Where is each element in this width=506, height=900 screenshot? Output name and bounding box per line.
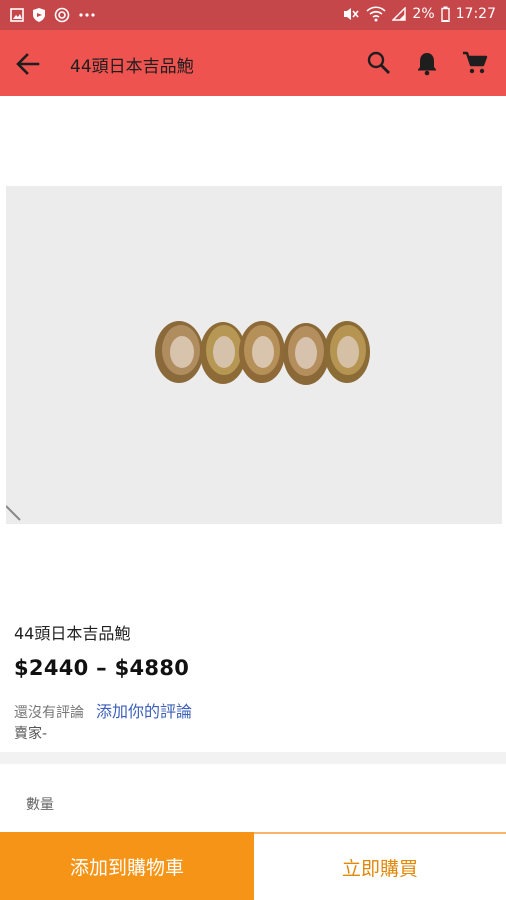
- notification-bell-icon[interactable]: [414, 50, 440, 76]
- buy-now-button[interactable]: 立即購買: [254, 832, 506, 900]
- mute-icon: [342, 5, 360, 23]
- section-divider: [0, 752, 506, 764]
- clock: 17:27: [455, 6, 496, 22]
- product-image[interactable]: [5, 186, 502, 524]
- app-bar-actions: [366, 50, 488, 76]
- search-icon[interactable]: [366, 50, 392, 76]
- status-bar-notifications: [10, 6, 96, 24]
- app-bar: 44頭日本吉品鮑: [0, 30, 506, 96]
- status-bar-system: 2% 17:27: [342, 5, 496, 23]
- status-bar: 2% 17:27: [0, 0, 506, 30]
- quantity-label: 數量: [26, 797, 54, 813]
- product-price: $2440 – $4880: [14, 656, 190, 680]
- signal-icon: [392, 5, 407, 23]
- battery-icon: [440, 5, 450, 23]
- abalone-illustration: [5, 186, 502, 524]
- back-arrow-icon[interactable]: [14, 50, 42, 78]
- add-to-cart-button[interactable]: 添加到購物車: [0, 832, 254, 900]
- battery-percent: 2%: [412, 6, 435, 22]
- gallery-notification-icon: [10, 6, 24, 24]
- product-name: 44頭日本吉品鮑: [14, 624, 131, 643]
- shield-notification-icon: [32, 6, 46, 24]
- shopping-cart-icon[interactable]: [462, 50, 488, 76]
- seller-label: 賣家-: [14, 726, 48, 742]
- more-notifications-icon: [78, 6, 96, 24]
- sync-notification-icon: [54, 6, 70, 24]
- review-row: 還沒有評論 添加你的評論: [14, 698, 192, 722]
- page-title: 44頭日本吉品鮑: [70, 57, 194, 77]
- no-reviews-text: 還沒有評論: [14, 705, 84, 721]
- wifi-icon: [366, 5, 386, 23]
- add-review-link[interactable]: 添加你的評論: [96, 698, 192, 722]
